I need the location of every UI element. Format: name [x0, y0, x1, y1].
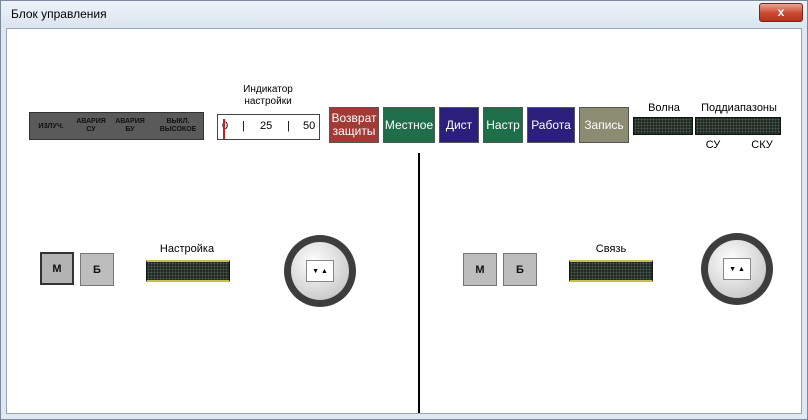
status-vykl-vysokoe: ВЫКЛ. ВЫСОКОЕ	[159, 118, 197, 133]
sku-label: СКУ	[751, 139, 773, 151]
remote-button[interactable]: Дист	[439, 107, 479, 143]
close-button[interactable]: x	[759, 3, 803, 22]
local-button[interactable]: Местное	[383, 107, 435, 143]
left-m-button[interactable]: М	[40, 252, 74, 285]
status-indicator-panel: ИЗЛУЧ. АВАРИЯ СУ АВАРИЯ БУ ВЫКЛ. ВЫСОКОЕ	[29, 112, 204, 140]
left-b-label: Б	[93, 263, 101, 276]
subranges-label: Поддиапазоны	[701, 102, 777, 114]
subranges-display	[695, 117, 781, 135]
left-m-label: М	[52, 262, 62, 275]
su-label: СУ	[705, 139, 721, 151]
tuning-scale: 0 | 25 | 50	[217, 114, 320, 140]
window-title: Блок управления	[11, 7, 107, 21]
link-knob[interactable]: ▼ ▲	[701, 233, 773, 305]
left-b-button[interactable]: Б	[80, 253, 114, 286]
record-button[interactable]: Запись	[579, 107, 629, 143]
scale-tick-1: |	[242, 120, 245, 132]
close-icon: x	[777, 5, 785, 19]
tuning-label: Настройка	[159, 243, 215, 255]
work-label: Работа	[531, 117, 571, 132]
setup-button[interactable]: Настр	[483, 107, 523, 143]
remote-label: Дист	[445, 117, 473, 132]
panel-divider	[418, 153, 420, 413]
window: Блок управления x ИЗЛУЧ. АВАРИЯ СУ АВАРИ…	[0, 0, 808, 420]
tuning-knob[interactable]: ▼ ▲	[284, 235, 356, 307]
indicator-title-line2: настройки	[244, 96, 292, 107]
return-protection-button[interactable]: Возврат защиты	[329, 107, 379, 143]
right-b-label: Б	[516, 263, 524, 276]
status-avariya-bu: АВАРИЯ БУ	[115, 118, 145, 133]
status-avariya-su: АВАРИЯ СУ	[76, 118, 106, 133]
scale-label-50: 50	[303, 120, 316, 132]
work-button[interactable]: Работа	[527, 107, 575, 143]
link-label: Связь	[595, 243, 627, 255]
link-display	[569, 260, 653, 282]
return-protection-label: Возврат защиты	[331, 111, 377, 138]
right-m-label: М	[475, 263, 485, 276]
tuning-knob-arrows-icon[interactable]: ▼ ▲	[306, 260, 334, 282]
wave-display	[633, 117, 693, 135]
right-b-button[interactable]: Б	[503, 253, 537, 286]
title-bar: Блок управления x	[1, 1, 807, 27]
scale-label-25: 25	[260, 120, 273, 132]
status-izluch: ИЗЛУЧ.	[38, 123, 64, 130]
wave-label: Волна	[648, 102, 680, 114]
setup-label: Настр	[486, 117, 520, 132]
indicator-title: Индикатор настройки	[225, 84, 311, 108]
tuning-needle	[223, 119, 225, 139]
client-area	[6, 28, 802, 414]
local-label: Местное	[384, 117, 434, 132]
tuning-display	[146, 260, 230, 282]
record-label: Запись	[584, 117, 624, 132]
link-knob-arrows-icon[interactable]: ▼ ▲	[723, 258, 751, 280]
indicator-title-line1: Индикатор	[243, 84, 293, 95]
right-m-button[interactable]: М	[463, 253, 497, 286]
scale-tick-2: |	[287, 120, 290, 132]
